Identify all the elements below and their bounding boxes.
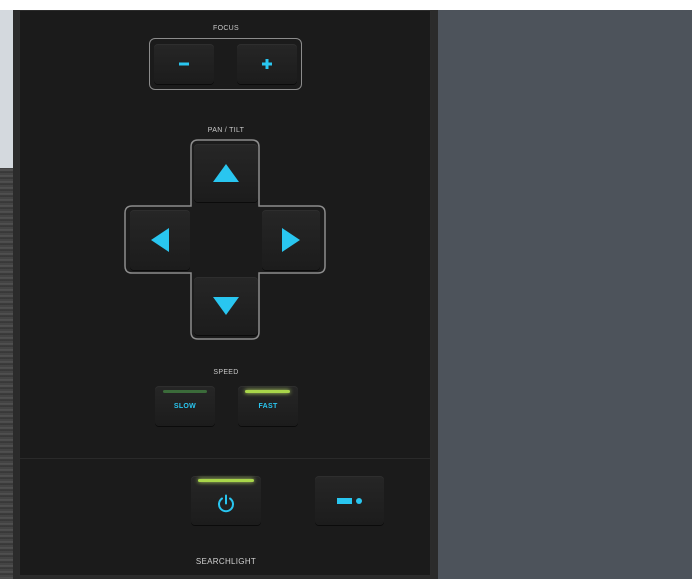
- slow-indicator-led: [163, 390, 207, 393]
- speed-fast-label: FAST: [258, 402, 278, 410]
- pan-tilt-up-button[interactable]: [194, 144, 258, 202]
- searchlight-mode-button[interactable]: [315, 476, 384, 525]
- speed-label: SPEED: [213, 369, 239, 376]
- plus-icon: [262, 59, 272, 69]
- pan-tilt-label: PAN / TILT: [207, 127, 245, 134]
- arrow-up-icon: [213, 164, 239, 182]
- arrow-left-icon: [151, 228, 169, 252]
- power-indicator-led: [198, 479, 254, 482]
- focus-minus-button[interactable]: [154, 44, 214, 84]
- searchlight-power-button[interactable]: [191, 476, 261, 525]
- speed-slow-label: SLOW: [173, 402, 197, 410]
- minus-icon: [179, 62, 189, 66]
- left-background-texture: [0, 168, 13, 579]
- searchlight-label: SEARCHLIGHT: [195, 557, 257, 566]
- pan-tilt-left-button[interactable]: [130, 210, 190, 270]
- fast-indicator-led: [245, 390, 290, 393]
- top-strip: [0, 0, 692, 10]
- section-divider: [20, 458, 430, 459]
- arrow-right-icon: [282, 228, 300, 252]
- pan-tilt-right-button[interactable]: [262, 210, 320, 270]
- focus-plus-button[interactable]: [237, 44, 297, 84]
- arrow-down-icon: [213, 297, 239, 315]
- beam-icon: [336, 496, 363, 506]
- pan-tilt-down-button[interactable]: [194, 277, 258, 335]
- power-icon: [216, 494, 236, 514]
- focus-label: FOCUS: [213, 25, 239, 32]
- left-background-panel: [0, 10, 13, 168]
